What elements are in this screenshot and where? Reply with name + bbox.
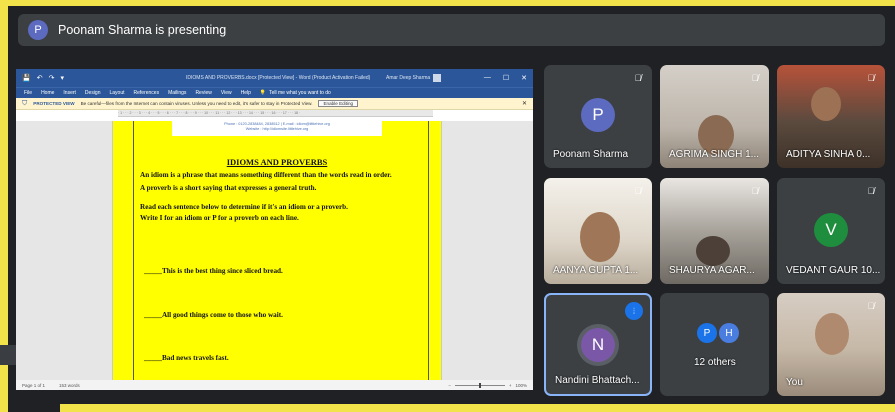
speaking-icon: ⦙ [625,302,643,320]
save-icon[interactable]: 💾 [22,74,31,82]
window-controls: — ☐ ✕ [484,74,527,82]
participant-tile[interactable]: 🎙̸ AANYA GUPTA 1... [544,178,652,284]
mic-off-icon: 🎙̸ [867,73,875,83]
tab-help[interactable]: Help [241,90,251,96]
participant-video [696,236,730,266]
presenting-banner: P Poonam Sharma is presenting [18,14,885,46]
self-name: You [786,377,803,388]
quick-access-toolbar: 💾 ↶ ↷ ▾ [22,74,64,82]
mic-off-icon: 🎙̸ [634,186,642,196]
participant-avatar: H [719,323,739,343]
participant-avatar: N [581,328,615,362]
header-website: Website : http://idiomsite.littlehive.or… [245,127,309,131]
word-status-bar: Page 1 of 1 153 words − + 100% [16,380,533,390]
mic-off-icon: 🎙̸ [634,73,642,83]
zoom-slider[interactable] [454,382,505,388]
participant-avatar: V [814,213,848,247]
document-line: An idiom is a phrase that means somethin… [140,171,392,179]
desktop-edge-top [0,0,895,6]
participant-name: SHAURYA AGAR... [669,265,755,276]
close-icon[interactable]: ✕ [521,74,527,82]
document-page: Phone : 0120-2838484, 2838512 | E-mail :… [112,121,442,380]
participant-video [811,87,841,121]
participant-avatar: P [581,98,615,132]
participant-name: AGRIMA SINGH 1... [669,149,760,160]
participant-name: Nandini Bhattach... [555,375,640,386]
user-info: Amar Deep Sharma [386,74,442,82]
tab-references[interactable]: References [134,90,160,96]
self-tile[interactable]: 🎙̸ You [777,293,885,396]
participant-name: Poonam Sharma [553,149,629,160]
ruler: · 1 · · · 2 · · · 3 · · · 4 · · · 5 · · … [118,110,433,117]
document-title: IDIOMS AND PROVERBS.docx [Protected View… [186,75,371,81]
participant-tile[interactable]: 🎙̸ AGRIMA SINGH 1... [660,65,769,168]
zoom-level: 100% [515,382,527,388]
desktop-edge-bottom [60,404,895,412]
tab-layout[interactable]: Layout [110,90,125,96]
mic-off-icon: 🎙̸ [751,186,759,196]
tab-file[interactable]: File [24,90,32,96]
exercise-line: _____All good things come to those who w… [144,311,283,319]
word-count: 153 words [59,382,80,388]
document-line: A proverb is a short saying that express… [140,184,317,192]
ribbon-tabs: File Home Insert Design Layout Reference… [16,87,533,98]
protected-view-label: PROTECTED VIEW [33,101,75,106]
participant-name: ADITYA SINHA 0... [786,149,871,160]
maximize-icon[interactable]: ☐ [503,74,509,82]
presenter-avatar: P [28,20,48,40]
participant-avatar: P [697,323,717,343]
participant-tile-active-speaker[interactable]: ⦙ N Nandini Bhattach... [544,293,652,396]
lightbulb-icon: 💡 [259,90,267,96]
tab-review[interactable]: Review [195,90,211,96]
mic-off-icon: 🎙̸ [867,186,875,196]
exercise-line: _____Bad news travels fast. [144,354,229,362]
tab-mailings[interactable]: Mailings [168,90,186,96]
participant-tile[interactable]: 🎙̸ P Poonam Sharma [544,65,652,168]
user-name: Amar Deep Sharma [386,75,431,81]
zoom-control: − + 100% [448,382,527,388]
others-avatars: P H [697,323,739,343]
minimize-icon[interactable]: — [484,74,491,82]
redo-icon[interactable]: ↷ [49,74,55,82]
background-window [0,345,16,365]
document-area: Phone : 0120-2838484, 2838512 | E-mail :… [16,121,533,380]
document-line: Read each sentence below to determine if… [140,203,348,211]
enable-editing-button[interactable]: Enable Editing [318,100,359,107]
zoom-out-icon[interactable]: − [448,383,451,388]
undo-icon[interactable]: ↶ [37,74,43,82]
mic-off-icon: 🎙̸ [867,301,875,311]
exercise-line: _____This is the best thing since sliced… [144,267,283,275]
participant-video [580,212,620,262]
tab-insert[interactable]: Insert [63,90,76,96]
protected-view-bar: ⛉ PROTECTED VIEW Be careful—files from t… [16,98,533,110]
shield-icon: ⛉ [22,99,28,107]
user-avatar [433,74,442,82]
participant-video [815,313,849,355]
tell-me-box[interactable]: 💡 Tell me what you want to do [260,90,331,96]
tab-view[interactable]: View [221,90,232,96]
page-header: Phone : 0120-2838484, 2838512 | E-mail :… [172,121,382,136]
protected-view-message: Be careful—files from the Internet can c… [80,101,313,106]
participant-name: VEDANT GAUR 10... [786,265,881,276]
zoom-knob[interactable] [478,382,481,388]
participant-tile[interactable]: 🎙̸ SHAURYA AGAR... [660,178,769,284]
participant-tile[interactable]: 🎙̸ V VEDANT GAUR 10... [777,178,885,284]
shared-screen: 💾 ↶ ↷ ▾ IDIOMS AND PROVERBS.docx [Protec… [16,69,533,390]
close-icon[interactable]: ✕ [522,100,527,107]
others-tile[interactable]: P H 12 others [660,293,769,396]
document-line: Write I for an idiom or P for a proverb … [140,214,299,222]
participant-name: AANYA GUPTA 1... [553,265,639,276]
others-count: 12 others [694,357,736,368]
tell-me-text: Tell me what you want to do [269,90,331,96]
tab-home[interactable]: Home [41,90,54,96]
customize-icon[interactable]: ▾ [60,74,64,82]
mic-off-icon: 🎙̸ [751,73,759,83]
document-heading: IDIOMS AND PROVERBS [226,157,328,167]
word-titlebar: 💾 ↶ ↷ ▾ IDIOMS AND PROVERBS.docx [Protec… [16,69,533,87]
zoom-in-icon[interactable]: + [509,383,512,388]
page-count: Page 1 of 1 [22,382,46,388]
tab-design[interactable]: Design [85,90,101,96]
participant-tile[interactable]: 🎙̸ ADITYA SINHA 0... [777,65,885,168]
presenting-text: Poonam Sharma is presenting [58,23,227,37]
